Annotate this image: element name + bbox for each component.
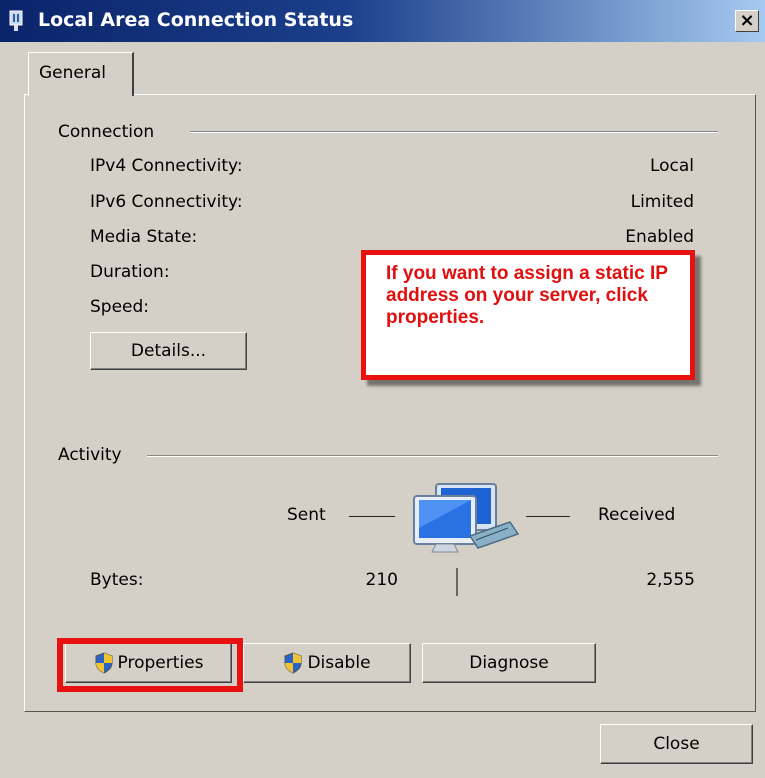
- status-dialog: Local Area Connection Status × General C…: [0, 0, 765, 778]
- details-button-label: Details...: [130, 341, 207, 361]
- network-adapter-icon: [9, 10, 23, 31]
- bytes-received-value: 2,555: [646, 570, 695, 590]
- bytes-divider: [456, 568, 458, 596]
- diagnose-button-label: Diagnose: [469, 653, 549, 673]
- media-state-label: Media State:: [90, 227, 198, 247]
- activity-group-label: Activity: [58, 445, 122, 465]
- tab-general-label: General: [39, 63, 106, 83]
- network-computers-icon: [413, 483, 520, 553]
- ipv6-label: IPv6 Connectivity:: [90, 192, 243, 212]
- general-panel: [24, 94, 756, 712]
- instruction-callout: If you want to assign a static IP addres…: [361, 250, 695, 380]
- received-line: [526, 516, 570, 517]
- bytes-label: Bytes:: [90, 570, 144, 590]
- duration-label: Duration:: [90, 262, 170, 282]
- connection-group-label: Connection: [58, 122, 155, 142]
- title-bar[interactable]: Local Area Connection Status ×: [0, 0, 765, 42]
- received-label: Received: [598, 505, 676, 525]
- disable-button-label: Disable: [307, 653, 371, 673]
- disable-button[interactable]: Disable: [243, 643, 411, 683]
- details-button[interactable]: Details...: [90, 332, 247, 370]
- bytes-sent-value: 210: [365, 570, 398, 590]
- properties-highlight-box: [57, 638, 243, 692]
- uac-shield-icon: [284, 652, 302, 674]
- tab-general[interactable]: General: [28, 52, 134, 96]
- close-button[interactable]: Close: [600, 724, 753, 764]
- activity-group-line: [147, 455, 718, 457]
- connection-group-line: [190, 131, 718, 133]
- speed-label: Speed:: [90, 297, 150, 317]
- ipv4-label: IPv4 Connectivity:: [90, 156, 243, 176]
- close-button-label: Close: [653, 734, 700, 754]
- title-close-button[interactable]: ×: [735, 10, 759, 32]
- diagnose-button[interactable]: Diagnose: [422, 643, 596, 683]
- sent-label: Sent: [287, 505, 326, 525]
- callout-text: If you want to assign a static IP addres…: [386, 263, 668, 328]
- sent-line: [349, 516, 395, 517]
- ipv4-value: Local: [649, 156, 694, 176]
- ipv6-value: Limited: [630, 192, 694, 212]
- media-state-value: Enabled: [625, 227, 694, 247]
- window-title: Local Area Connection Status: [38, 9, 354, 31]
